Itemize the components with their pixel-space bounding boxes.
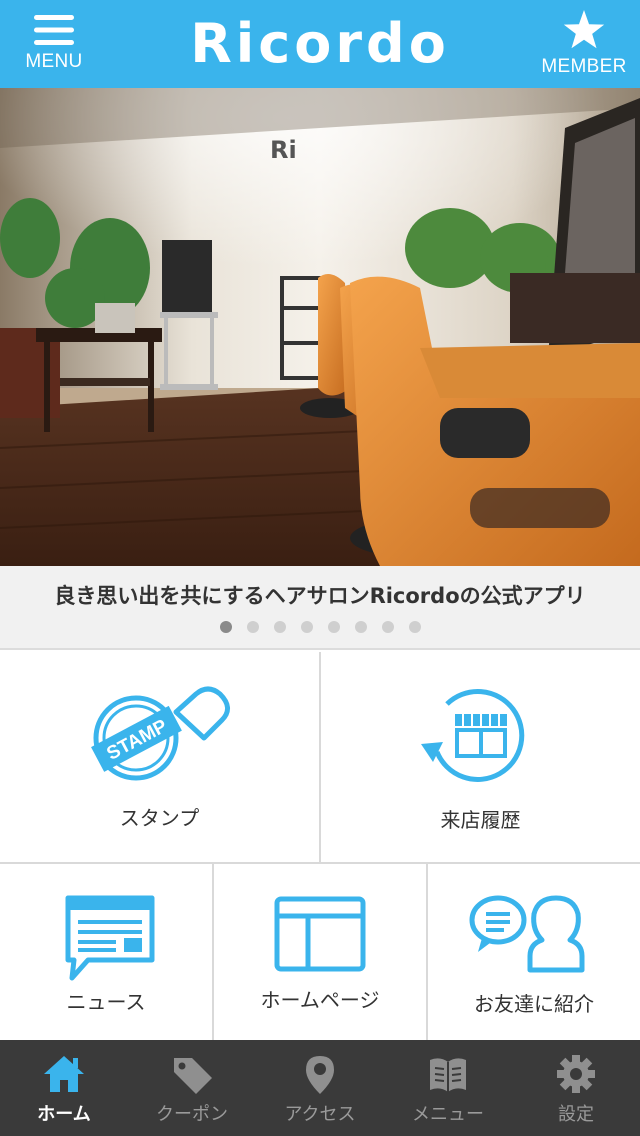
- news-icon: [65, 895, 155, 981]
- browser-icon: [274, 896, 366, 972]
- pager-dot[interactable]: [354, 621, 367, 633]
- pager-dot[interactable]: [300, 621, 313, 633]
- pager-dot[interactable]: [381, 621, 394, 633]
- tab-access[interactable]: アクセス: [256, 1040, 384, 1136]
- pager-dot[interactable]: [219, 621, 232, 633]
- tab-menu-label: メニュー: [412, 1104, 484, 1125]
- tab-menu[interactable]: メニュー: [384, 1040, 512, 1136]
- bottom-tab-bar: ホーム クーポン アクセス メニュー 設定: [0, 1040, 640, 1136]
- stamp-icon: STAMP: [91, 686, 230, 781]
- tab-settings[interactable]: 設定: [512, 1040, 640, 1136]
- book-icon: [430, 1058, 466, 1092]
- carousel-pager[interactable]: [0, 621, 640, 633]
- news-label: ニュース: [66, 990, 146, 1014]
- tab-coupon-label: クーポン: [156, 1104, 228, 1125]
- tab-settings-label: 設定: [558, 1104, 594, 1125]
- homepage-label: ホームページ: [260, 988, 380, 1012]
- tag-icon: [174, 1058, 212, 1094]
- grid-divider: [426, 864, 428, 1040]
- grid-divider: [319, 652, 321, 862]
- hero-sign-text: Ri: [270, 136, 297, 164]
- tab-home-label: ホーム: [37, 1104, 91, 1125]
- pager-dot[interactable]: [408, 621, 421, 633]
- map-pin-icon: [306, 1056, 334, 1094]
- friends-chat-icon: [469, 895, 585, 973]
- visit-history-tile[interactable]: 来店履歴: [321, 652, 640, 862]
- shop-history-icon: [421, 688, 525, 782]
- pager-dot[interactable]: [246, 621, 259, 633]
- pager-dot[interactable]: [273, 621, 286, 633]
- app-title: Ricordo: [190, 12, 450, 75]
- news-tile[interactable]: ニュース: [0, 864, 212, 1040]
- stamp-tile[interactable]: STAMP スタンプ: [0, 652, 319, 862]
- menu-button[interactable]: MENU: [18, 0, 90, 88]
- tab-home[interactable]: ホーム: [0, 1040, 128, 1136]
- hamburger-icon: [34, 15, 74, 45]
- gear-icon: [557, 1055, 595, 1093]
- grid-divider: [212, 864, 214, 1040]
- menu-label: MENU: [25, 51, 83, 72]
- stamp-label: スタンプ: [119, 806, 200, 830]
- star-icon: [563, 10, 605, 49]
- invite-friends-tile[interactable]: お友達に紹介: [428, 864, 640, 1040]
- member-label: MEMBER: [541, 56, 627, 77]
- tab-access-label: アクセス: [284, 1104, 356, 1125]
- carousel-caption-area: 良き思い出を共にするヘアサロンRicordoの公式アプリ: [0, 566, 640, 650]
- homepage-tile[interactable]: ホームページ: [214, 864, 426, 1040]
- invite-friends-label: お友達に紹介: [474, 992, 594, 1016]
- member-button[interactable]: MEMBER: [536, 0, 632, 88]
- hero-carousel-image[interactable]: Ri: [0, 88, 640, 566]
- visit-history-label: 来店履歴: [440, 808, 521, 832]
- app-header: MENU Ricordo MEMBER: [0, 0, 640, 88]
- tab-coupon[interactable]: クーポン: [128, 1040, 256, 1136]
- pager-dot[interactable]: [327, 621, 340, 633]
- home-icon: [44, 1056, 84, 1092]
- carousel-caption: 良き思い出を共にするヘアサロンRicordoの公式アプリ: [54, 584, 586, 608]
